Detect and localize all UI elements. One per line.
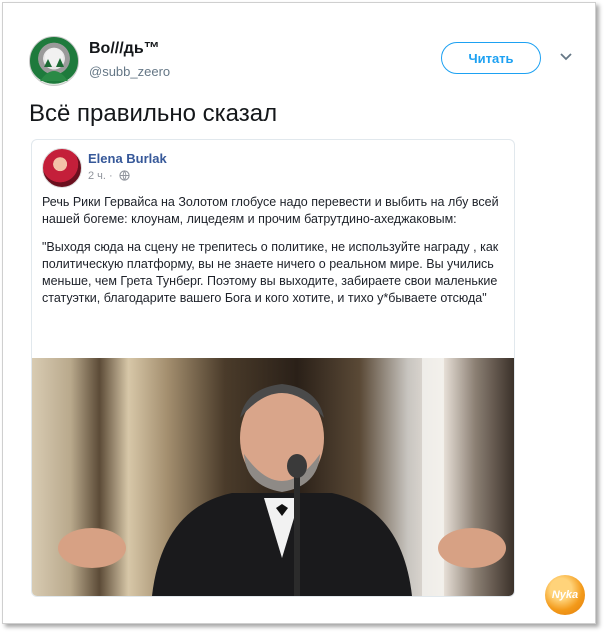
post-paragraph: Речь Рики Гервайса на Золотом глобусе на… (42, 195, 499, 226)
post-meta: 2 ч. · (88, 170, 130, 182)
post-author-name[interactable]: Elena Burlak (88, 151, 167, 166)
follow-button[interactable]: Читать (441, 42, 541, 74)
site-watermark: Nyka (545, 575, 585, 615)
globe-icon (119, 170, 130, 181)
post-author-avatar[interactable] (42, 148, 82, 188)
embedded-post-card[interactable]: Elena Burlak 2 ч. · Речь Рики Гервайса н… (31, 139, 515, 597)
tweet-text: Всё правильно сказал (29, 100, 278, 127)
author-avatar[interactable] (29, 36, 79, 86)
tweet-header: Во///дь™ @subb_zeero Читать (29, 36, 589, 86)
post-body: Речь Рики Гервайса на Золотом глобусе на… (42, 194, 504, 318)
tweet-frame: Во///дь™ @subb_zeero Читать Всё правильн… (2, 2, 596, 624)
chevron-down-icon[interactable] (559, 50, 573, 64)
post-quote: "Выходя сюда на сцену не трепитесь о пол… (42, 240, 499, 305)
post-photo[interactable] (32, 358, 514, 596)
post-time: 2 ч. · (88, 170, 113, 182)
author-handle[interactable]: @subb_zeero (89, 64, 170, 79)
watermark-text: Nyka (551, 589, 579, 601)
author-name[interactable]: Во///дь™ (89, 40, 160, 58)
